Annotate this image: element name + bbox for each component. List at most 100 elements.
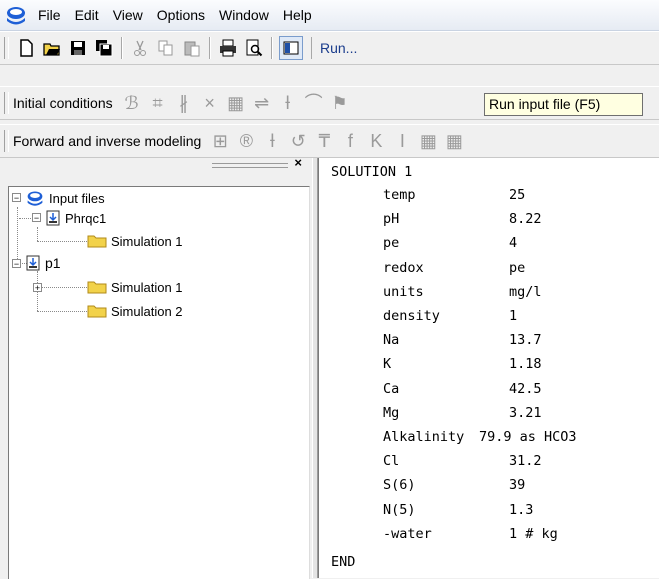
reaction-icon[interactable]: ® bbox=[235, 130, 257, 152]
tree-label: Input files bbox=[49, 190, 105, 206]
pane-grip[interactable] bbox=[212, 163, 288, 168]
collapse-p1-toggle[interactable]: − bbox=[12, 259, 21, 269]
menu-help[interactable]: Help bbox=[276, 0, 319, 30]
mix-icon[interactable]: ⊞ bbox=[209, 130, 231, 152]
editor-key: Ca bbox=[383, 380, 400, 397]
transport-icon[interactable]: ▦ bbox=[417, 130, 439, 152]
tree-line bbox=[41, 287, 87, 288]
collapse-phrqc1-toggle[interactable]: − bbox=[32, 213, 41, 223]
editor-value: 8.22 bbox=[509, 211, 542, 228]
exchange-icon[interactable]: ∦ bbox=[173, 92, 195, 114]
function-icon[interactable]: f bbox=[339, 130, 361, 152]
editor-value: 1.18 bbox=[509, 356, 542, 373]
equilibrium-icon[interactable]: ⇌ bbox=[251, 92, 273, 114]
editor-key: temp bbox=[383, 187, 416, 203]
open-folder-icon bbox=[43, 43, 60, 56]
tree-line bbox=[19, 218, 31, 219]
editor-key: -water bbox=[383, 525, 432, 542]
editor-key: pH bbox=[383, 211, 400, 228]
save-icon bbox=[71, 41, 85, 55]
tree-simulation-phrqc1-1[interactable]: Simulation 1 bbox=[87, 231, 183, 251]
forward-inverse-toolbar: Forward and inverse modeling ⊞ ® Ɨ ↺ ₸ f… bbox=[0, 124, 659, 158]
tree-simulation-p1-1[interactable]: Simulation 1 bbox=[87, 277, 183, 297]
run-tooltip: Run input file (F5) bbox=[484, 93, 643, 116]
save-all-icon bbox=[96, 40, 113, 57]
k-icon[interactable]: K bbox=[365, 130, 387, 152]
save-all-button[interactable] bbox=[93, 37, 115, 59]
print-preview-button[interactable] bbox=[243, 37, 265, 59]
open-file-button[interactable] bbox=[41, 37, 63, 59]
tree-label: Simulation 1 bbox=[111, 279, 183, 295]
editor-key: Na bbox=[383, 332, 400, 349]
editor-key: S(6) bbox=[383, 477, 416, 494]
kinetics-icon[interactable]: ₸ bbox=[313, 130, 335, 152]
print-preview-icon bbox=[246, 39, 263, 57]
editor-key: Mg bbox=[383, 404, 400, 421]
expand-simulation-toggle[interactable]: + bbox=[33, 283, 42, 293]
editor-value: 1 bbox=[509, 308, 518, 324]
new-file-icon bbox=[20, 39, 33, 57]
file-tree: − Input files − Phrqc1 Simulation 1 − p1… bbox=[8, 186, 310, 579]
main-toolbar: Run... bbox=[0, 31, 659, 65]
undo-icon[interactable]: ↺ bbox=[287, 130, 309, 152]
input-file-editor[interactable]: SOLUTION 1 temp 25 pH 8.22 pe 4 redox pe units mg… bbox=[318, 158, 659, 578]
toolbar-grip[interactable] bbox=[4, 37, 9, 59]
paste-icon bbox=[184, 41, 200, 57]
temperature-icon[interactable]: Ɨ bbox=[261, 130, 283, 152]
tree-root-input-files[interactable]: Input files bbox=[25, 188, 105, 208]
tree-file-p1[interactable]: p1 bbox=[25, 253, 61, 273]
editor-key: redox bbox=[383, 259, 424, 276]
solution-icon[interactable]: ℬ bbox=[121, 92, 143, 114]
tree-line bbox=[37, 311, 87, 312]
cut-button[interactable] bbox=[129, 37, 151, 59]
toolbar-separator bbox=[271, 37, 273, 59]
run-button[interactable]: Run... bbox=[311, 37, 360, 59]
editor-key: Cl bbox=[383, 453, 400, 470]
editor-key: Alkalinity bbox=[383, 429, 465, 445]
print-button[interactable] bbox=[217, 37, 239, 59]
folder-icon bbox=[87, 281, 107, 294]
menu-view[interactable]: View bbox=[106, 0, 150, 30]
forward-inverse-label: Forward and inverse modeling bbox=[13, 133, 202, 149]
toggle-panel-button[interactable] bbox=[279, 36, 303, 60]
printer-icon bbox=[220, 39, 236, 57]
equilibrium-phases-icon[interactable]: ⌗ bbox=[147, 92, 169, 114]
paste-button[interactable] bbox=[181, 37, 203, 59]
tree-file-phrqc1[interactable]: Phrqc1 bbox=[45, 208, 106, 228]
copy-icon bbox=[158, 40, 173, 56]
folder-icon bbox=[87, 305, 107, 318]
toolbar-grip[interactable] bbox=[4, 92, 9, 114]
menu-file[interactable]: File bbox=[31, 0, 68, 30]
editor-value: mg/l bbox=[509, 283, 542, 300]
tree-simulation-p1-2[interactable]: Simulation 2 bbox=[87, 301, 183, 321]
folder-icon bbox=[87, 235, 107, 248]
editor-value: 1 # kg bbox=[509, 525, 558, 542]
save-button[interactable] bbox=[67, 37, 89, 59]
toolbar-separator bbox=[121, 37, 123, 59]
tree-line bbox=[17, 207, 18, 265]
menu-edit[interactable]: Edit bbox=[68, 0, 106, 30]
flag-icon[interactable]: ⚑ bbox=[329, 92, 351, 114]
tree-label: Simulation 2 bbox=[111, 303, 183, 319]
close-icon[interactable]: × bbox=[199, 92, 221, 114]
toolbar-grip[interactable] bbox=[4, 130, 9, 152]
i-icon[interactable]: I bbox=[391, 130, 413, 152]
editor-value: 42.5 bbox=[509, 380, 542, 397]
advection-icon[interactable]: ▦ bbox=[443, 130, 465, 152]
copy-button[interactable] bbox=[155, 37, 177, 59]
gas-phase-icon[interactable]: ⌒ bbox=[303, 92, 325, 114]
menu-options[interactable]: Options bbox=[150, 0, 212, 30]
editor-value: 4 bbox=[509, 235, 518, 252]
collapse-root-toggle[interactable]: − bbox=[12, 193, 21, 203]
tree-line bbox=[37, 241, 87, 242]
toolbar-separator bbox=[209, 37, 211, 59]
editor-key: density bbox=[383, 308, 440, 324]
new-file-button[interactable] bbox=[15, 37, 37, 59]
menu-window[interactable]: Window bbox=[212, 0, 276, 30]
input-files-icon bbox=[27, 191, 43, 206]
surface-icon[interactable]: ▦ bbox=[225, 92, 247, 114]
thermometer-icon[interactable]: Ɨ bbox=[277, 92, 299, 114]
close-icon[interactable]: × bbox=[294, 155, 302, 170]
editor-keyword: SOLUTION 1 bbox=[331, 164, 413, 180]
editor-value: pe bbox=[509, 259, 526, 276]
